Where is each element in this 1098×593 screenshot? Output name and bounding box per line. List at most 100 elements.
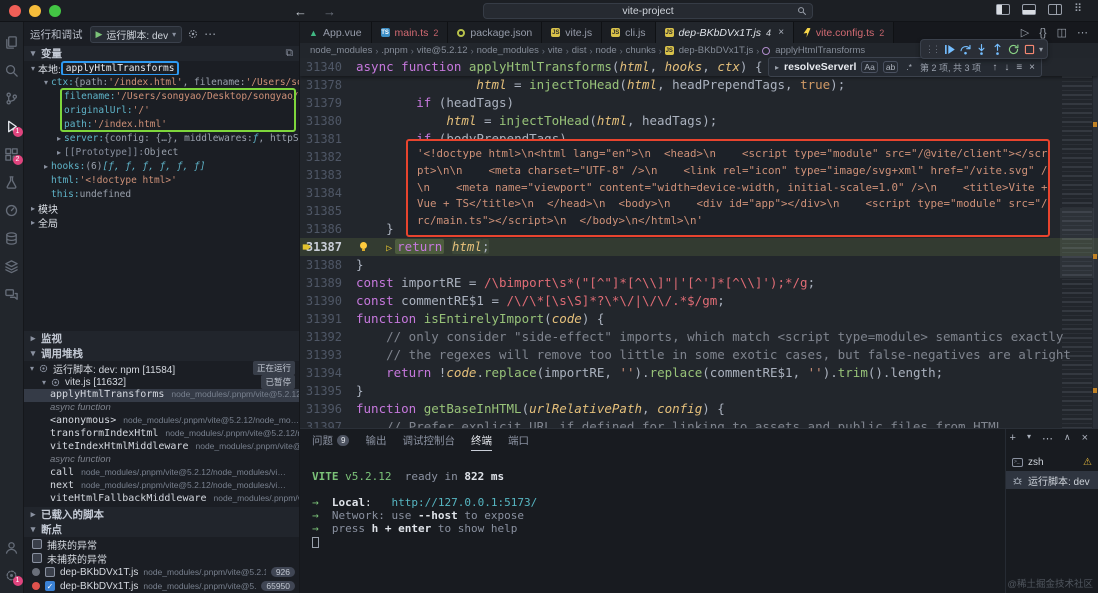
start-debug-icon[interactable]: ▶ — [96, 29, 103, 40]
split-editor-icon[interactable]: ◫ — [1057, 26, 1067, 39]
close-icon[interactable]: × — [1029, 62, 1035, 73]
callstack-frame[interactable]: viteIndexHtmlMiddlewarenode_modules/.pnp… — [24, 441, 299, 454]
code-line[interactable]: 31396function getBaseInHTML(urlRelativeP… — [300, 400, 1098, 418]
variable-row[interactable]: originalUrl: '/' — [24, 103, 299, 117]
breadcrumb-item[interactable]: node_modules — [310, 45, 372, 56]
breadcrumb-item[interactable]: dep-BKbDVx1T.js — [679, 45, 753, 56]
variable-row[interactable]: ▾本地: applyHtmlTransforms — [24, 61, 299, 75]
code-line[interactable]: 31380 html = injectToHead(html, headTags… — [300, 112, 1098, 130]
breakpoint-checkbox[interactable] — [45, 567, 55, 577]
toggle-replace-icon[interactable]: ▸ — [775, 63, 779, 72]
code-line[interactable]: 31394 return !code.replace(importRE, '')… — [300, 364, 1098, 382]
code-line[interactable]: 31389const importRE = /\bimport\s*("[^"]… — [300, 274, 1098, 292]
panel-tab-输出[interactable]: 输出 — [365, 429, 386, 451]
back-icon[interactable]: ← — [294, 4, 307, 19]
find-in-selection-icon[interactable]: ≡ — [1016, 62, 1022, 73]
command-center-search[interactable]: vite-project — [483, 3, 813, 19]
code-line[interactable]: 31397 // Prefer explicit URL if defined … — [300, 418, 1098, 428]
panel-tab-终端[interactable]: 终端 — [471, 429, 492, 451]
step-into-button[interactable] — [975, 43, 988, 56]
panel-tab-端口[interactable]: 端口 — [508, 429, 529, 451]
code-line[interactable]: 31387 ▷return html; — [300, 238, 1098, 256]
code-line[interactable]: 31379 if (headTags) — [300, 94, 1098, 112]
code-line[interactable]: 31390const commentRE$1 = /\/\*[\s\S]*?\*… — [300, 292, 1098, 310]
breakpoint-checkbox[interactable]: ✓ — [45, 581, 55, 591]
close-icon[interactable]: × — [778, 27, 784, 38]
breakpoint-checkbox[interactable] — [32, 553, 42, 563]
restart-button[interactable] — [1007, 43, 1020, 56]
whole-word-toggle[interactable]: ab — [883, 61, 898, 73]
tab-vite.js[interactable]: JSvite.js — [542, 22, 602, 43]
code-line[interactable]: 31388} — [300, 256, 1098, 274]
breakpoint-row[interactable]: 捕获的异常 — [24, 537, 299, 551]
activity-item-settings[interactable]: 1 — [0, 561, 24, 589]
activity-item-search[interactable] — [0, 56, 24, 84]
breakpoint-checkbox[interactable] — [32, 539, 42, 549]
more-actions-icon[interactable]: ⋯ — [204, 27, 216, 41]
activity-item-profiler[interactable] — [0, 196, 24, 224]
debug-config-dropdown[interactable]: ▶ 运行脚本: dev ▾ — [90, 26, 183, 43]
tab-vite.config.ts[interactable]: vite.config.ts2 — [794, 22, 894, 43]
run-icon[interactable]: ▷ — [1021, 26, 1029, 39]
callstack-session[interactable]: ▾运行脚本: dev: npm [11584]正在运行 — [24, 361, 299, 375]
code-line[interactable]: 31395} — [300, 382, 1098, 400]
variable-row[interactable]: ▸模块 — [24, 201, 299, 215]
code-line[interactable]: 31391function isEntirelyImport(code) { — [300, 310, 1098, 328]
activity-item-explorer[interactable] — [0, 28, 24, 56]
find-input[interactable]: resolveServerl — [784, 61, 856, 73]
close-panel-icon[interactable]: × — [1082, 432, 1088, 445]
toggle-panel-icon[interactable] — [1022, 4, 1036, 15]
panel-tab-问题[interactable]: 问题9 — [312, 429, 349, 451]
variable-row[interactable]: ▸server: {config: {…}, middlewares: ƒ, h… — [24, 131, 299, 145]
activity-item-comments[interactable] — [0, 280, 24, 308]
more-actions-icon[interactable]: ⋯ — [1077, 26, 1088, 39]
callstack-section-header[interactable]: ▾ 调用堆栈 — [24, 346, 299, 361]
forward-icon[interactable]: → — [323, 4, 336, 19]
customize-layout-icon[interactable] — [1074, 4, 1088, 15]
launch-profile-chevron-icon[interactable]: ▾ — [1027, 432, 1031, 445]
breakpoints-section-header[interactable]: ▾ 断点 — [24, 522, 299, 537]
variable-row[interactable]: ▸全局 — [24, 215, 299, 229]
variables-section-header[interactable]: ▾ 变量 ⧉ — [24, 46, 299, 61]
step-over-button[interactable] — [959, 43, 972, 56]
code-editor[interactable]: 31340async function applyHtmlTransforms(… — [300, 58, 1098, 428]
breadcrumb-item[interactable]: vite@5.2.12 — [417, 45, 468, 56]
breadcrumb-item[interactable]: node_modules — [477, 45, 539, 56]
tab-dep-BKbDVx1T.js[interactable]: JSdep-BKbDVx1T.js4× — [656, 22, 794, 43]
variable-row[interactable]: path: '/index.html' — [24, 117, 299, 131]
gear-icon[interactable] — [187, 28, 199, 40]
activity-item-extensions[interactable]: 2 — [0, 140, 24, 168]
tab-package.json[interactable]: package.json — [448, 22, 542, 43]
breadcrumb-item[interactable]: applyHtmlTransforms — [775, 45, 865, 56]
breadcrumb-item[interactable]: .pnpm — [381, 45, 407, 56]
activity-item-database[interactable] — [0, 224, 24, 252]
callstack-frame[interactable]: transformIndexHtmlnode_modules/.pnpm/vit… — [24, 428, 299, 441]
breakpoint-row[interactable]: 未捕获的异常 — [24, 551, 299, 565]
breakpoint-row[interactable]: ✓dep-BKbDVx1T.jsnode_modules/.pnpm/vite@… — [24, 579, 299, 593]
variable-row[interactable]: ▸[[Prototype]]: Object — [24, 145, 299, 159]
breadcrumb-item[interactable]: chunks — [626, 45, 656, 56]
editor-scrollbar[interactable] — [1093, 58, 1098, 428]
variable-row[interactable]: html: '<!doctype html>' — [24, 173, 299, 187]
callstack-frame[interactable]: <anonymous>node_modules/.pnpm/vite@5.2.1… — [24, 415, 299, 428]
callstack-session[interactable]: ▾vite.js [11632]已暂停 — [24, 375, 299, 389]
code-line[interactable]: 31392 // only consider "side-effect" imp… — [300, 328, 1098, 346]
previous-match-icon[interactable]: ↑ — [992, 62, 997, 73]
lightbulb-icon[interactable] — [359, 242, 368, 251]
breadcrumb-item[interactable]: dist — [572, 45, 587, 56]
callstack-frame[interactable]: applyHtmlTransformsnode_modules/.pnpm/vi… — [24, 389, 299, 402]
continue-button[interactable] — [943, 43, 956, 56]
loaded-scripts-section-header[interactable]: ▸ 已载入的脚本 — [24, 507, 299, 522]
maximize-panel-icon[interactable]: ∧ — [1064, 432, 1071, 445]
breadcrumb-item[interactable]: vite — [548, 45, 563, 56]
copy-value-icon[interactable]: ⧉ — [286, 47, 294, 60]
new-terminal-icon[interactable]: + — [1010, 432, 1016, 445]
terminal-output[interactable]: VITE v5.2.12 ready in 822 ms→ Local: htt… — [300, 451, 1005, 593]
regex-toggle[interactable]: .* — [903, 61, 915, 73]
code-line[interactable]: 31378 html = injectToHead(html, headPrep… — [300, 76, 1098, 94]
tab-cli.js[interactable]: JScli.js — [602, 22, 655, 43]
activity-item-run-debug[interactable]: 1 — [0, 112, 24, 140]
symbols-icon[interactable]: {} — [1039, 27, 1046, 39]
maximize-window-button[interactable] — [49, 5, 61, 17]
match-case-toggle[interactable]: Aa — [861, 61, 877, 73]
